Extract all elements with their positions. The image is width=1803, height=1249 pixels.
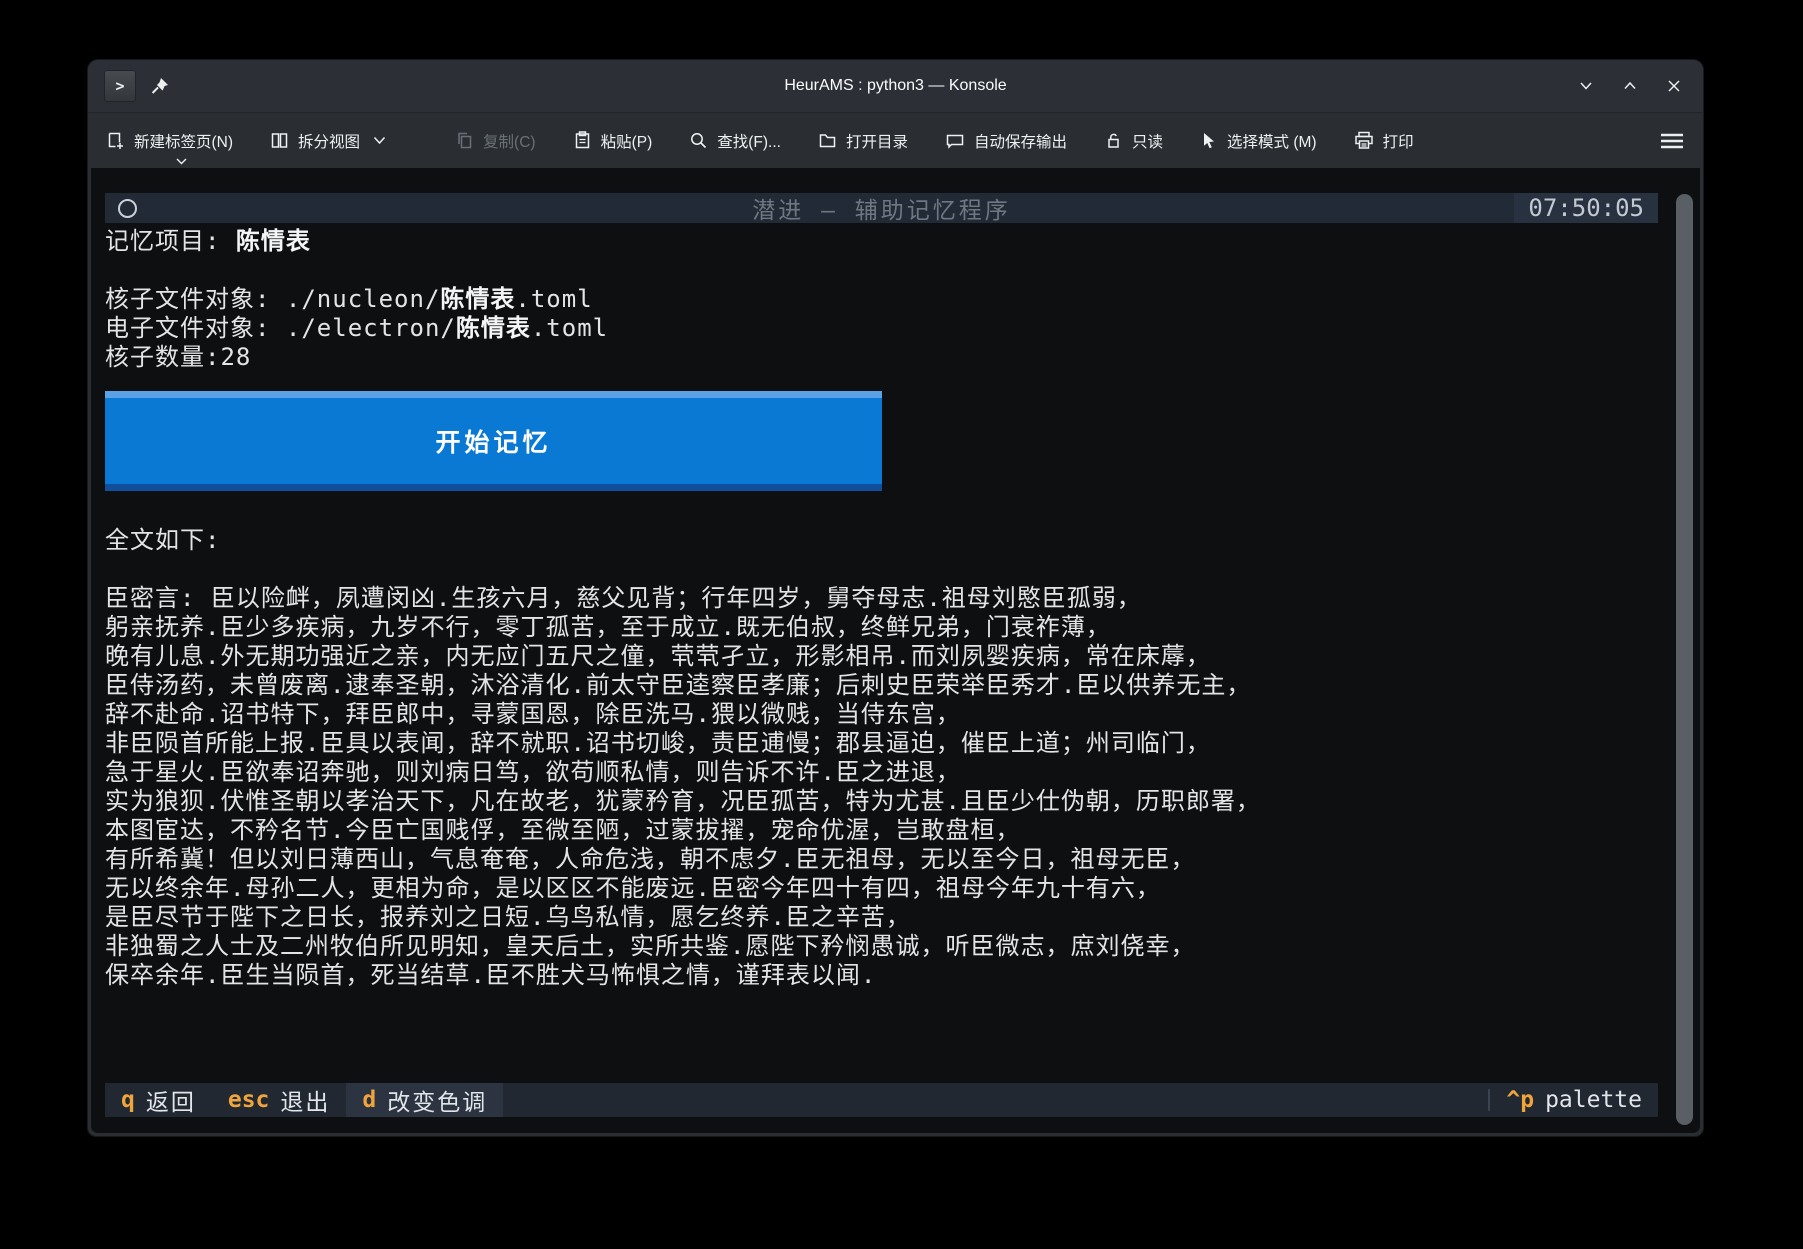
- body-line: 无以终余年.母孙二人，更相为命，是以区区不能废远.臣密今年四十有四，祖母今年九十…: [105, 874, 1658, 903]
- fulltext-label: 全文如下:: [105, 526, 1658, 555]
- lock-icon: [1104, 131, 1123, 150]
- toolbar-open-directory[interactable]: 打开目录: [818, 130, 908, 152]
- key-hint: q: [121, 1087, 135, 1113]
- memory-item-label: 记忆项目:: [105, 227, 236, 255]
- toolbar-label: 复制(C): [483, 130, 536, 152]
- body-line: 是臣尽节于陛下之日长，报养刘之日短.乌鸟私情，愿乞终养.臣之辛苦，: [105, 903, 1658, 932]
- blank-line: [105, 256, 1658, 285]
- toolbar-select-mode[interactable]: 选择模式 (M): [1200, 130, 1317, 152]
- toolbar-label: 查找(F)...: [717, 130, 781, 152]
- window-title: HeurAMS : python3 — Konsole: [88, 77, 1703, 95]
- minimize-button[interactable]: [1577, 77, 1595, 95]
- hamburger-menu-button[interactable]: [1659, 132, 1685, 150]
- toolbar-new-tab[interactable]: 新建标签页(N): [106, 130, 233, 152]
- header-circle-icon[interactable]: [118, 199, 137, 218]
- toolbar-split-view[interactable]: 拆分视图: [270, 130, 386, 152]
- start-memorize-button[interactable]: 开始记忆: [105, 391, 882, 491]
- maximize-button[interactable]: [1621, 77, 1639, 95]
- toolbar-print[interactable]: 打印: [1354, 130, 1414, 152]
- body-line: 非独蜀之人士及二州牧伯所见明知，皇天后土，实所共鉴.愿陛下矜悯愚诚，听臣微志，庶…: [105, 932, 1658, 961]
- toolbar-paste[interactable]: 粘贴(P): [573, 130, 653, 152]
- body-line: 躬亲抚养.臣少多疾病，九岁不行，零丁孤苦，至于成立.既无伯叔，终鲜兄弟，门衰祚薄…: [105, 613, 1658, 642]
- memory-item-line: 记忆项目: 陈情表: [105, 227, 1658, 256]
- prompt-glyph: >: [115, 77, 124, 95]
- button-bottom-shadow: [105, 484, 882, 491]
- titlebar[interactable]: > HeurAMS : python3 — Konsole: [88, 60, 1703, 112]
- footer-binding-change-theme[interactable]: d 改变色调: [346, 1083, 503, 1117]
- cursor-arrow-icon: [1200, 131, 1218, 150]
- body-line: 保卒余年.臣生当陨首，死当结草.臣不胜犬马怖惧之情，谨拜表以闻.: [105, 961, 1658, 990]
- blank-line: [105, 555, 1658, 584]
- body-line: 本图宦达，不矜名节.今臣亡国贱俘，至微至陋，过蒙拔擢，宠命优渥，岂敢盘桓，: [105, 816, 1658, 845]
- toolbar-label: 新建标签页(N): [134, 130, 233, 152]
- key-hint: esc: [228, 1087, 270, 1113]
- body-line: 晚有儿息.外无期功强近之亲，内无应门五尺之僮，茕茕孑立，形影相吊.而刘夙婴疾病，…: [105, 642, 1658, 671]
- toolbar-copy: 复制(C): [455, 130, 536, 152]
- footer-binding-quit[interactable]: esc 退出: [212, 1083, 347, 1117]
- electron-file-line: 电子文件对象: ./electron/陈情表.toml: [105, 314, 1658, 343]
- konsole-app-icon[interactable]: >: [104, 70, 136, 102]
- folder-icon: [818, 131, 837, 150]
- printer-icon: [1354, 131, 1374, 150]
- paste-icon: [573, 131, 592, 150]
- body-line: 实为狼狈.伏惟圣朝以孝治天下，凡在故老，犹蒙矜育，况臣孤苦，特为尤甚.且臣少仕伪…: [105, 787, 1658, 816]
- key-hint: d: [362, 1087, 376, 1113]
- footer-binding-back[interactable]: q 返回: [105, 1083, 212, 1117]
- start-memorize-label: 开始记忆: [435, 423, 551, 459]
- toolbar-label: 粘贴(P): [601, 130, 653, 152]
- app-content: 记忆项目: 陈情表 核子文件对象: ./nucleon/陈情表.toml 电子文…: [105, 227, 1658, 990]
- toolbar-label: 拆分视图: [298, 130, 360, 152]
- toolbar-label: 选择模式 (M): [1227, 130, 1317, 152]
- toolbar-autosave-output[interactable]: 自动保存输出: [945, 130, 1067, 152]
- copy-icon: [455, 131, 474, 150]
- button-top-highlight: [105, 391, 882, 398]
- body-line: 辞不赴命.诏书特下，拜臣郎中，寻蒙国恩，除臣洗马.猥以微贱，当侍东宫，: [105, 700, 1658, 729]
- nucleon-count-line: 核子数量:28: [105, 343, 1658, 372]
- footer-palette[interactable]: ^p palette: [1490, 1083, 1658, 1117]
- body-line: 非臣陨首所能上报.臣具以表闻，辞不就职.诏书切峻，责臣逋慢；郡县逼迫，催臣上道；…: [105, 729, 1658, 758]
- chevron-down-icon: [373, 136, 386, 145]
- key-label: 返回: [146, 1083, 196, 1117]
- app-title: 潜进 – 辅助记忆程序: [105, 191, 1658, 225]
- body-line: 急于星火.臣欲奉诏奔驰，则刘病日笃，欲苟顺私情，则告诉不许.臣之进退，: [105, 758, 1658, 787]
- konsole-window: > HeurAMS : python3 — Konsole: [88, 60, 1703, 1136]
- body-line: 臣密言: 臣以险衅，夙遭闵凶.生孩六月，慈父见背；行年四岁，舅夺母志.祖母刘愍臣…: [105, 584, 1658, 613]
- toolbar-label: 自动保存输出: [974, 130, 1067, 152]
- key-label: 退出: [280, 1083, 330, 1117]
- body-line: 有所希冀！但以刘日薄西山，气息奄奄，人命危浅，朝不虑夕.臣无祖母，无以至今日，祖…: [105, 845, 1658, 874]
- body-line: 臣侍汤药，未曾废离.逮奉圣朝，沐浴清化.前太守臣逵察臣孝廉；后刺史臣荣举臣秀才.…: [105, 671, 1658, 700]
- key-hint: ^p: [1506, 1087, 1534, 1113]
- output-bubble-icon: [945, 131, 965, 150]
- nucleon-file-line: 核子文件对象: ./nucleon/陈情表.toml: [105, 285, 1658, 314]
- terminal-view[interactable]: 潜进 – 辅助记忆程序 07:50:05 记忆项目: 陈情表 核子文件对象: .…: [91, 168, 1700, 1133]
- key-label: 改变色调: [387, 1083, 487, 1117]
- toolbar-label: 只读: [1132, 130, 1163, 152]
- memory-item-value: 陈情表: [236, 227, 311, 255]
- hamburger-icon: [1659, 132, 1685, 150]
- toolbar-read-only[interactable]: 只读: [1104, 130, 1163, 152]
- scrollbar[interactable]: [1676, 194, 1693, 1125]
- header-clock: 07:50:05: [1514, 193, 1658, 223]
- toolbar-label: 打印: [1383, 130, 1414, 152]
- toolbar: 新建标签页(N) 拆分视图 复制(C) 粘贴(P): [88, 112, 1703, 168]
- new-tab-icon: [106, 131, 125, 150]
- key-label: palette: [1545, 1087, 1642, 1113]
- tui-footer: q 返回 esc 退出 d 改变色调 ^p palette: [105, 1083, 1658, 1117]
- toolbar-label: 打开目录: [846, 130, 908, 152]
- scrollbar-thumb[interactable]: [1676, 194, 1693, 1125]
- split-view-icon: [270, 131, 289, 150]
- pin-icon[interactable]: [150, 76, 170, 96]
- tui-header: 潜进 – 辅助记忆程序 07:50:05: [105, 193, 1658, 223]
- close-button[interactable]: [1665, 77, 1683, 95]
- toolbar-find[interactable]: 查找(F)...: [689, 130, 781, 152]
- chevron-down-icon: [176, 158, 187, 165]
- search-icon: [689, 131, 708, 150]
